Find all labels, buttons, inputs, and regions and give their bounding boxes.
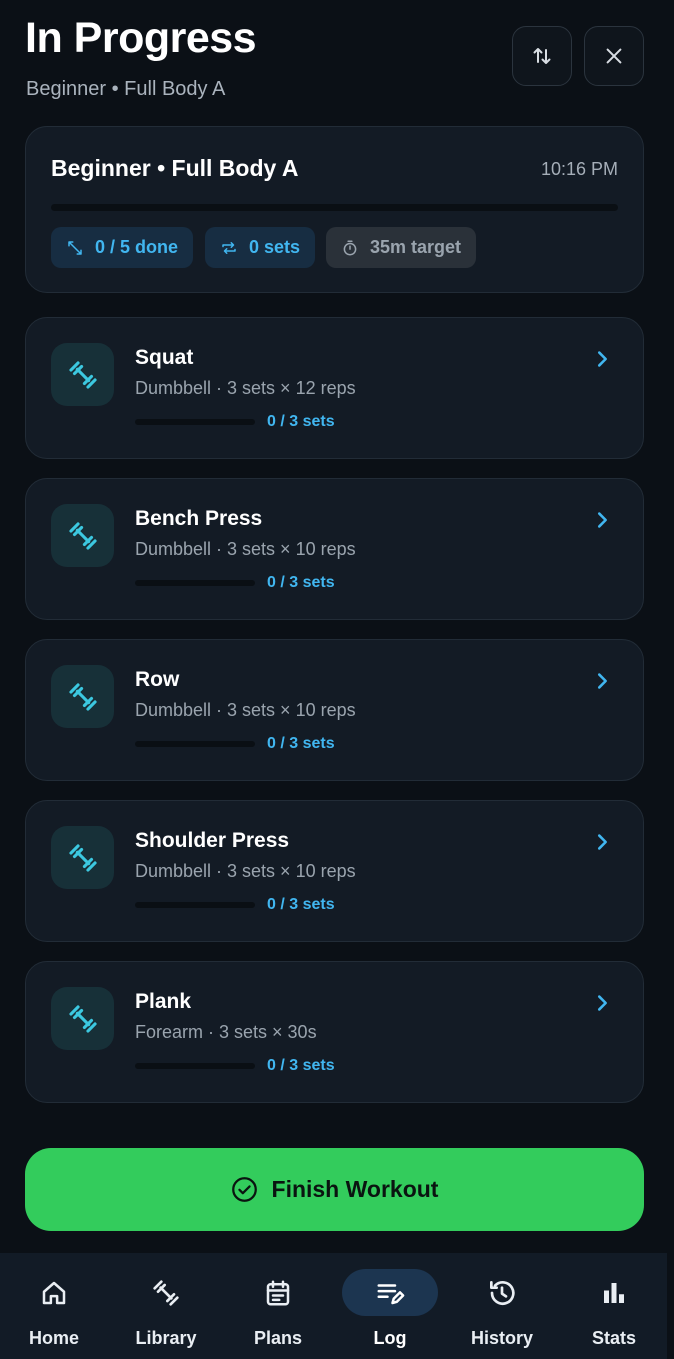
sets-chip-label: 0 sets [249,237,301,257]
chevron-right-icon [597,834,607,850]
exercise-card[interactable]: Row Dumbbell · 3 sets × 10 reps 0 / 3 sets [25,639,644,781]
done-chip-label: 0 / 5 done [95,237,179,257]
dumbbell-icon [68,682,97,711]
finish-workout-button[interactable]: Finish Workout [25,1148,644,1231]
chevron-right-icon [597,673,607,689]
nav-plans-pill [230,1269,326,1316]
chevron-right-icon [597,512,607,528]
nav-history-label: History [470,1328,533,1348]
finish-workout-label: Finish Workout [271,1176,439,1202]
close-button[interactable] [584,26,644,86]
nav-log-pill [342,1269,438,1316]
dumbbell-icon [68,360,97,389]
nav-home[interactable]: Home [0,1253,110,1359]
nav-history[interactable]: History [446,1253,558,1359]
nav-history-pill [454,1269,550,1316]
nav-log[interactable]: Log [334,1253,446,1359]
exercise-progress-label: 0 / 3 sets [267,574,335,591]
exercise-card[interactable]: Plank Forearm · 3 sets × 30s 0 / 3 sets [25,961,644,1103]
repeat-icon [222,241,236,254]
workout-summary-card: Beginner • Full Body A 10:16 PM 0 / 5 do… [25,126,644,293]
exercise-icon-tile [51,343,114,406]
nav-library[interactable]: Library [110,1253,222,1359]
exercise-name: Squat [135,346,194,369]
reorder-button[interactable] [512,26,572,86]
check-circle-icon [231,1177,257,1202]
nav-log-label: Log [373,1328,407,1348]
nav-home-pill [6,1269,102,1316]
page-subtitle: Beginner • Full Body A [26,78,226,100]
dumbbell-icon [68,1004,97,1033]
exercise-name: Row [135,668,180,691]
exercise-name: Plank [135,990,192,1013]
dumbbell-icon [68,843,97,872]
nav-home-label: Home [28,1328,79,1348]
exercise-progress-bar [135,902,255,908]
target-chip: 35m target [326,227,477,268]
exercise-name: Shoulder Press [135,829,290,852]
edit-note-icon [377,1283,405,1304]
nav-plans[interactable]: Plans [222,1253,334,1359]
done-chip: 0 / 5 done [51,227,194,268]
summary-time: 10:16 PM [540,159,618,179]
nav-plans-label: Plans [253,1328,303,1348]
sets-chip: 0 sets [205,227,316,268]
exercise-detail: Dumbbell · 3 sets × 10 reps [135,861,356,881]
swap-vertical-icon [533,48,551,64]
nav-library-pill [118,1269,214,1316]
summary-title: Beginner • Full Body A [51,155,299,181]
timer-icon [343,240,357,255]
exercise-icon-tile [51,665,114,728]
dumbbell-icon [68,240,82,255]
target-chip-label: 35m target [370,237,462,257]
exercise-icon-tile [51,826,114,889]
bottom-nav: Home Library Plans Log History Stats [0,1253,667,1359]
chevron-right-icon [597,995,607,1011]
history-icon [490,1280,515,1305]
nav-stats-pill [566,1269,662,1316]
nav-library-label: Library [135,1328,197,1348]
exercise-icon-tile [51,504,114,567]
exercise-progress-label: 0 / 3 sets [267,413,335,430]
exercise-detail: Dumbbell · 3 sets × 10 reps [135,539,356,559]
exercise-progress-label: 0 / 3 sets [267,735,335,752]
exercise-progress-bar [135,580,255,586]
exercise-progress-bar [135,741,255,747]
exercise-progress-bar [135,1063,255,1069]
chevron-right-icon [597,351,607,367]
exercise-card[interactable]: Shoulder Press Dumbbell · 3 sets × 10 rep… [25,800,644,942]
page-title: In Progress [25,14,257,62]
home-icon [42,1281,66,1304]
exercise-progress-label: 0 / 3 sets [267,896,335,913]
dumbbell-icon [68,521,97,550]
calendar-icon [266,1280,290,1305]
exercise-name: Bench Press [135,507,263,530]
header: In Progress Beginner • Full Body A [0,0,674,120]
exercise-progress-bar [135,419,255,425]
exercise-progress-label: 0 / 3 sets [267,1057,335,1074]
exercise-icon-tile [51,987,114,1050]
exercise-detail: Dumbbell · 3 sets × 12 reps [135,378,356,398]
exercise-card[interactable]: Squat Dumbbell · 3 sets × 12 reps 0 / 3 se… [25,317,644,459]
nav-stats-label: Stats [591,1328,636,1348]
exercise-detail: Forearm · 3 sets × 30s [135,1022,317,1042]
close-icon [606,48,622,64]
exercise-detail: Dumbbell · 3 sets × 10 reps [135,700,356,720]
bar-chart-icon [604,1282,624,1303]
exercise-card[interactable]: Bench Press Dumbbell · 3 sets × 10 reps 0 … [25,478,644,620]
dumbbell-icon [153,1279,179,1306]
summary-progress-bar [51,204,618,211]
nav-stats[interactable]: Stats [558,1253,670,1359]
